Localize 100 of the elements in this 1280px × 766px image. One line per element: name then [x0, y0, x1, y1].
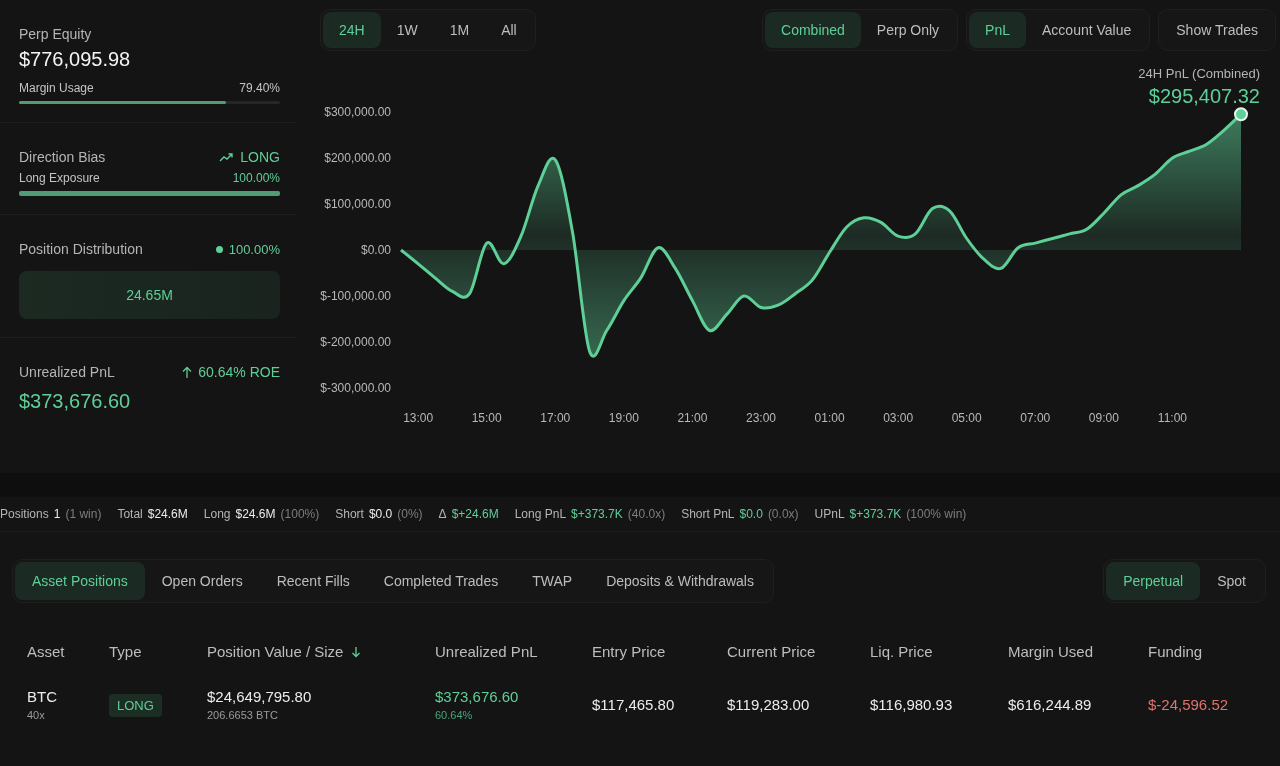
equity-label: Perp Equity: [19, 26, 93, 42]
y-tick-label: $-200,000.00: [320, 335, 391, 349]
section-tab[interactable]: Open Orders: [144, 562, 260, 600]
distribution-bar: 24.65M: [19, 271, 280, 319]
endpoint-marker: [1234, 107, 1248, 122]
roe-value: 60.64% ROE: [198, 364, 280, 380]
scope-tab[interactable]: Perp Only: [860, 12, 956, 48]
y-tick-label: $300,000.00: [324, 105, 391, 119]
summary-value: $295,407.32: [1147, 85, 1260, 108]
unrealized-pnl: $373,676.60: [435, 688, 520, 705]
stat-label: Total: [117, 507, 143, 521]
column-header[interactable]: Position Value / Size: [207, 643, 362, 660]
stat-value: $24.6M: [235, 507, 276, 521]
summary-label: 24H PnL (Combined): [1138, 66, 1260, 81]
stat-value: $24.6M: [147, 507, 188, 521]
stat-note: (0%): [397, 507, 423, 521]
column-header[interactable]: Funding: [1148, 643, 1203, 660]
x-tick-label: 23:00: [746, 411, 776, 425]
asset-name: BTC: [27, 688, 58, 705]
section-tab[interactable]: Asset Positions: [15, 562, 145, 600]
column-header[interactable]: Asset: [27, 643, 65, 660]
x-tick-label: 19:00: [608, 411, 639, 425]
liq-price: $116,980.93: [870, 696, 953, 713]
stat-note: (40.0x): [627, 507, 666, 521]
y-tick-label: $-100,000.00: [320, 289, 391, 303]
margin-value: 79.40%: [239, 81, 280, 95]
section-tab[interactable]: TWAP: [515, 562, 590, 600]
exposure-label: Long Exposure: [19, 171, 100, 185]
stat-value: $+373.7K: [849, 507, 902, 521]
x-tick-label: 17:00: [540, 411, 571, 425]
column-header[interactable]: Type: [109, 643, 142, 660]
upnl-label: Unrealized PnL: [19, 364, 115, 380]
sort-down-icon: [351, 645, 362, 658]
x-tick-label: 05:00: [951, 411, 982, 425]
stat-value: $+373.7K: [571, 507, 623, 521]
stat-note: (100% win): [906, 507, 967, 521]
x-tick-label: 11:00: [1157, 411, 1187, 425]
column-header[interactable]: Entry Price: [592, 643, 666, 660]
stat-value: $+24.6M: [451, 507, 499, 521]
x-tick-label: 03:00: [883, 411, 914, 425]
y-tick-label: $-300,000.00: [320, 381, 391, 395]
arrow-up-icon: [182, 365, 193, 379]
stat-note: (0.0x): [767, 507, 799, 521]
column-header[interactable]: Unrealized PnL: [435, 643, 538, 660]
stat-note: (1 win): [65, 507, 102, 521]
stat-value: $0.0: [739, 507, 763, 521]
stat-label: Short: [335, 507, 364, 521]
y-tick-label: $200,000.00: [324, 151, 391, 165]
status-dot: [215, 245, 223, 253]
upnl-value: $373,676.60: [19, 390, 132, 413]
x-tick-label: 21:00: [677, 411, 708, 425]
stat-label: Short PnL: [681, 507, 735, 521]
range-tab[interactable]: 1M: [433, 12, 486, 48]
entry-price: $117,465.80: [592, 696, 675, 713]
stat-label: UPnL: [814, 507, 845, 521]
position-size: 206.6653 BTC: [207, 709, 279, 721]
range-tab[interactable]: 24H: [323, 12, 381, 48]
x-tick-label: 01:00: [814, 411, 845, 425]
equity-value: $776,095.98: [19, 48, 132, 71]
y-tick-label: $0.00: [360, 243, 391, 257]
range-tab[interactable]: All: [485, 12, 533, 48]
x-tick-label: 07:00: [1020, 411, 1051, 425]
stat-value: $0.0: [368, 507, 393, 521]
y-tick-label: $100,000.00: [324, 197, 391, 211]
section-tab[interactable]: Deposits & Withdrawals: [589, 562, 771, 600]
stat-note: (100%): [280, 507, 320, 521]
metric-tab[interactable]: Account Value: [1026, 12, 1148, 48]
bias-label: Direction Bias: [19, 149, 106, 165]
range-tab[interactable]: 1W: [380, 12, 434, 48]
stat-label: Long: [203, 507, 231, 521]
pnl-percent: 60.64%: [435, 709, 474, 721]
trend-up-icon: [219, 152, 235, 162]
stat-value: 1: [53, 507, 61, 521]
margin-used: $616,244.89: [1008, 696, 1092, 713]
scope-tab[interactable]: Combined: [765, 12, 861, 48]
market-tab[interactable]: Perpetual: [1106, 562, 1201, 600]
stat-label: Δ: [438, 507, 447, 521]
funding: $-24,596.52: [1148, 696, 1229, 713]
distribution-value: 100.00%: [228, 241, 280, 257]
current-price: $119,283.00: [727, 696, 810, 713]
exposure-value: 100.00%: [232, 171, 280, 185]
bias-value: LONG: [240, 149, 280, 165]
distribution-label: Position Distribution: [19, 241, 143, 257]
x-tick-label: 13:00: [403, 411, 434, 425]
section-tab[interactable]: Recent Fills: [259, 562, 367, 600]
position-value: $24,649,795.80: [207, 688, 313, 705]
margin-label: Margin Usage: [19, 81, 94, 95]
market-tab[interactable]: Spot: [1200, 562, 1263, 600]
x-tick-label: 09:00: [1088, 411, 1119, 425]
stat-label: Positions: [0, 507, 49, 521]
column-header[interactable]: Margin Used: [1008, 643, 1094, 660]
leverage: 40x: [27, 709, 46, 721]
x-tick-label: 15:00: [471, 411, 502, 425]
column-header[interactable]: Liq. Price: [870, 643, 933, 660]
metric-tab[interactable]: PnL: [969, 12, 1027, 48]
column-header[interactable]: Current Price: [727, 643, 816, 660]
type-badge: LONG: [109, 694, 162, 717]
stat-label: Long PnL: [514, 507, 567, 521]
show-trades-button[interactable]: Show Trades: [1158, 9, 1276, 51]
section-tab[interactable]: Completed Trades: [366, 562, 516, 600]
